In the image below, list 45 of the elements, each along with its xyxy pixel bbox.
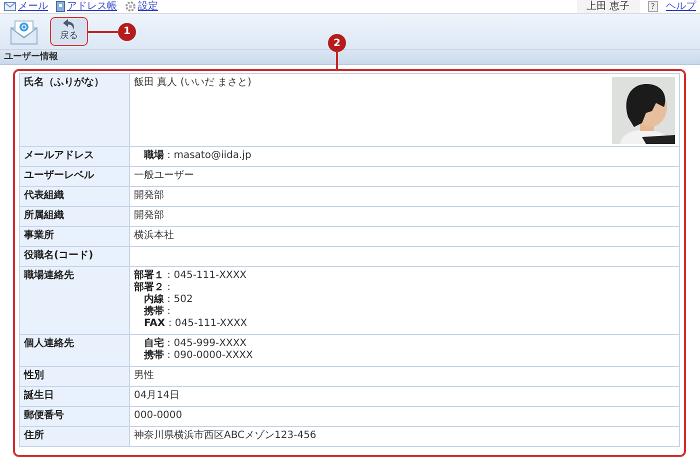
field-label: 氏名（ふりがな） [20, 74, 130, 146]
contact-line: 職場 : masato@iida.jp [142, 150, 252, 162]
user-name: 上田 恵子 [576, 0, 640, 13]
field-label: 代表組織 [20, 186, 130, 206]
menu-link[interactable]: アドレス帳 [56, 0, 117, 12]
contact-line: 内線 : 502 [143, 294, 194, 306]
mail-icon [4, 2, 16, 11]
leader-line [88, 30, 118, 32]
leader-line [336, 52, 338, 69]
section-title: ユーザー情報 [0, 50, 700, 65]
field-label: 誕生日 [20, 386, 130, 406]
back-button[interactable]: 戻る [50, 17, 88, 46]
field-label: 個人連絡先 [20, 334, 130, 366]
field-value: 男性 [130, 366, 680, 386]
back-arrow-icon [63, 19, 75, 30]
field-label: 職場連絡先 [20, 266, 130, 334]
field-value: 開発部 [130, 186, 680, 206]
book-icon [56, 1, 65, 12]
field-value: 飯田 真人 (いいだ まさと) [134, 77, 252, 90]
contact-line: 部署１ : 045-111-XXXX [134, 270, 248, 282]
field-label: 役職名(コード) [20, 246, 130, 266]
field-value: 一般ユーザー [130, 166, 680, 186]
mail-app-icon [10, 18, 38, 44]
field-label: 性別 [20, 366, 130, 386]
field-label: 所属組織 [20, 206, 130, 226]
contact-line: FAX : 045-111-XXXX [143, 318, 248, 330]
menu-link[interactable]: 設定 [125, 0, 158, 12]
contact-line: 部署２ : [134, 282, 172, 294]
contact-line: 携帯 : 090-0000-XXXX [142, 350, 254, 362]
field-label: 郵便番号 [20, 406, 130, 426]
contact-line: 自宅 : 045-999-XXXX [143, 338, 248, 350]
field-value: 神奈川県横浜市西区ABCメゾン123-456 [130, 426, 680, 446]
menu-link[interactable]: メール [4, 0, 48, 12]
field-value: 横浜本社 [130, 226, 680, 246]
field-value: 開発部 [130, 206, 680, 226]
field-label: メールアドレス [20, 146, 130, 166]
field-value: 04月14日 [130, 386, 680, 406]
field-label: 住所 [20, 426, 130, 446]
field-value: 000-0000 [130, 406, 680, 426]
contact-line: 携帯 : [142, 306, 172, 318]
help-link[interactable]: ヘルプ [666, 0, 696, 12]
field-label: ユーザーレベル [20, 166, 130, 186]
gear-icon [125, 1, 136, 12]
help-icon: ? [648, 1, 658, 12]
field-label: 事業所 [20, 226, 130, 246]
